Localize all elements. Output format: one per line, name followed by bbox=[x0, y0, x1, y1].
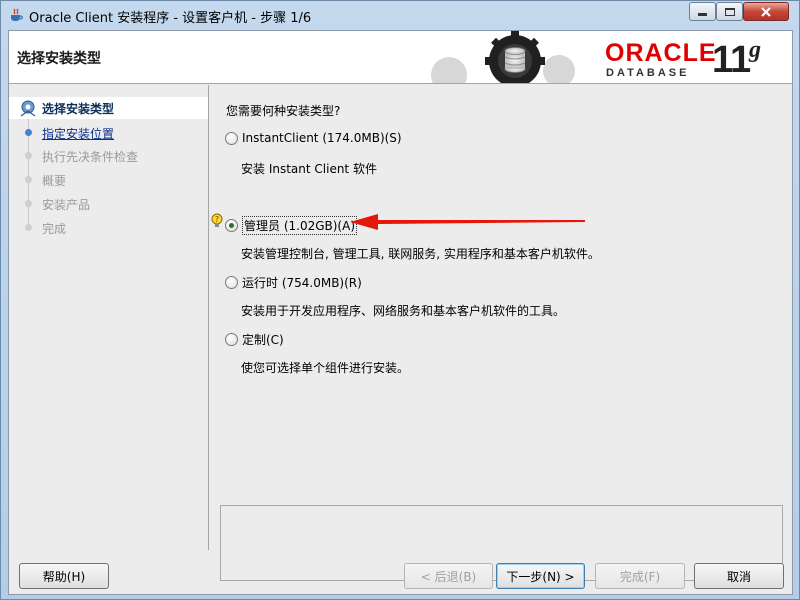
current-step-icon bbox=[20, 100, 36, 117]
step-specify-location[interactable]: 指定安装位置 bbox=[9, 122, 208, 144]
step-summary: 概要 bbox=[9, 169, 208, 191]
installer-window: Oracle Client 安装程序 - 设置客户机 - 步骤 1/6 选择安装… bbox=[0, 0, 800, 600]
step-install-product: 安装产品 bbox=[9, 193, 208, 215]
option-instant-client[interactable]: InstantClient (174.0MB)(S) bbox=[225, 128, 402, 148]
option-label[interactable]: 管理员 (1.02GB)(A) bbox=[242, 215, 358, 235]
page-title: 选择安装类型 bbox=[17, 51, 101, 67]
client-area: 选择安装类型 ORACLE DATABASE 11 g 选择安装类型 指定安装位… bbox=[8, 30, 793, 595]
step-dot bbox=[25, 224, 32, 231]
step-dot bbox=[25, 200, 32, 207]
install-type-question: 您需要何种安装类型? bbox=[226, 104, 341, 118]
window-title: Oracle Client 安装程序 - 设置客户机 - 步骤 1/6 bbox=[29, 11, 312, 26]
step-label: 完成 bbox=[42, 222, 67, 236]
svg-text:?: ? bbox=[215, 215, 219, 224]
step-dot bbox=[25, 129, 32, 136]
option-runtime[interactable]: 运行时 (754.0MB)(R) bbox=[225, 272, 362, 292]
step-label: 安装产品 bbox=[42, 198, 91, 212]
radio-button-selected[interactable] bbox=[225, 218, 238, 232]
option-label[interactable]: 定制(C) bbox=[242, 331, 284, 348]
step-label: 指定安装位置 bbox=[42, 127, 115, 141]
minimize-icon bbox=[698, 13, 707, 16]
version-suffix: g bbox=[749, 37, 761, 63]
step-label: 执行先决条件检查 bbox=[42, 150, 139, 164]
oracle-product-name: DATABASE bbox=[606, 67, 690, 79]
option-custom[interactable]: 定制(C) bbox=[225, 329, 284, 349]
option-description: 安装 Instant Client 软件 bbox=[241, 162, 377, 176]
option-label[interactable]: 运行时 (754.0MB)(R) bbox=[242, 274, 362, 291]
gear-database-graphic bbox=[419, 31, 599, 83]
step-label: 概要 bbox=[42, 174, 67, 188]
step-select-install-type[interactable]: 选择安装类型 bbox=[9, 97, 208, 119]
option-description: 使您可选择单个组件进行安装。 bbox=[241, 361, 410, 375]
next-button[interactable]: 下一步(N) > bbox=[496, 563, 585, 589]
maximize-icon bbox=[724, 7, 735, 16]
java-icon bbox=[11, 8, 23, 21]
version-number: 11 bbox=[712, 39, 751, 81]
step-prerequisite-checks: 执行先决条件检查 bbox=[9, 145, 208, 167]
step-label: 选择安装类型 bbox=[42, 102, 115, 116]
option-description: 安装用于开发应用程序、网络服务和基本客户机软件的工具。 bbox=[241, 304, 566, 318]
maximize-button[interactable] bbox=[716, 2, 743, 21]
option-label[interactable]: InstantClient (174.0MB)(S) bbox=[242, 131, 402, 145]
close-icon bbox=[761, 6, 771, 17]
header-banner: 选择安装类型 ORACLE DATABASE 11 g bbox=[9, 31, 792, 84]
radio-button[interactable] bbox=[225, 332, 238, 346]
lightbulb-icon: ? bbox=[211, 213, 223, 227]
red-arrow-annotation bbox=[350, 214, 585, 230]
step-dot bbox=[25, 176, 32, 183]
title-bar[interactable]: Oracle Client 安装程序 - 设置客户机 - 步骤 1/6 bbox=[1, 1, 799, 29]
oracle-logo: ORACLE bbox=[605, 39, 717, 67]
cancel-button[interactable]: 取消 bbox=[694, 563, 784, 589]
step-finish: 完成 bbox=[9, 217, 208, 239]
back-button[interactable]: < 后退(B) bbox=[404, 563, 493, 589]
close-button[interactable] bbox=[743, 2, 789, 21]
radio-button[interactable] bbox=[225, 131, 238, 145]
minimize-button[interactable] bbox=[689, 2, 716, 21]
steps-sidebar: 选择安装类型 指定安装位置 执行先决条件检查 概要 安装产品 完成 bbox=[9, 85, 209, 550]
content-panel: 您需要何种安装类型? InstantClient (174.0MB)(S) 安装… bbox=[210, 85, 792, 581]
option-administrator[interactable]: 管理员 (1.02GB)(A) bbox=[225, 215, 358, 235]
step-dot bbox=[25, 152, 32, 159]
finish-button[interactable]: 完成(F) bbox=[595, 563, 685, 589]
help-button[interactable]: 帮助(H) bbox=[19, 563, 109, 589]
option-description: 安装管理控制台, 管理工具, 联网服务, 实用程序和基本客户机软件。 bbox=[241, 247, 600, 261]
radio-button[interactable] bbox=[225, 275, 238, 289]
